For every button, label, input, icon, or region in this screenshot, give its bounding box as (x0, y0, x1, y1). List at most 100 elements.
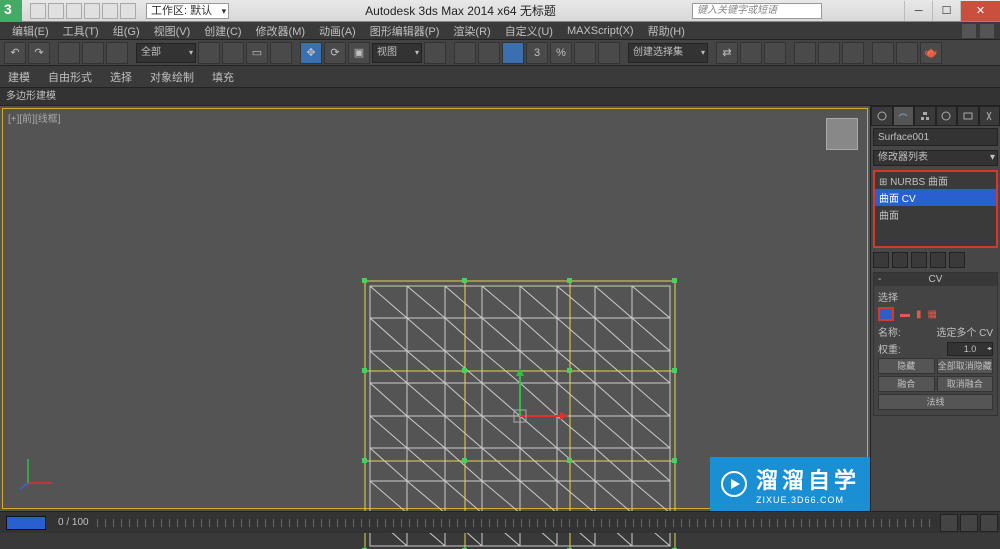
move-button[interactable]: ✥ (300, 42, 322, 64)
menu-view[interactable]: 视图(V) (148, 23, 197, 39)
manipulate-button[interactable] (454, 42, 476, 64)
qat-open-icon[interactable] (48, 3, 64, 19)
render-setup-button[interactable] (872, 42, 894, 64)
stack-configure-button[interactable] (949, 252, 965, 268)
ribbon-modeling[interactable]: 建模 (8, 69, 30, 85)
cv-single-select-button[interactable] (878, 307, 894, 321)
viewport-label[interactable]: [+][前][线框] (8, 110, 61, 125)
keyboard-shortcut-button[interactable] (478, 42, 500, 64)
menu-customize[interactable]: 自定义(U) (499, 23, 559, 39)
tab-motion-icon[interactable] (936, 106, 958, 126)
select-region-button[interactable]: ▭ (246, 42, 268, 64)
menu-help[interactable]: 帮助(H) (642, 23, 691, 39)
stack-show-button[interactable] (892, 252, 908, 268)
nav-1[interactable] (940, 514, 958, 532)
time-ruler[interactable] (97, 519, 932, 527)
bind-button[interactable] (106, 42, 128, 64)
snap-settings-button[interactable] (598, 42, 620, 64)
menu-create[interactable]: 创建(C) (198, 23, 247, 39)
spinner-snap-button[interactable] (574, 42, 596, 64)
nav-2[interactable] (960, 514, 978, 532)
menu-maxscript[interactable]: MAXScript(X) (561, 25, 640, 37)
time-slider[interactable] (6, 516, 46, 530)
snap-toggle-button[interactable] (502, 42, 524, 64)
cv-row-select-button[interactable]: ▬ (900, 309, 910, 320)
cv-fuse-button[interactable]: 融合 (878, 376, 935, 392)
ribbon-populate[interactable]: 填充 (212, 69, 234, 85)
tab-utilities-icon[interactable] (979, 106, 1000, 126)
minimize-button[interactable]: ─ (904, 1, 932, 21)
rollout-cv-header[interactable]: -CV (874, 273, 997, 286)
maximize-button[interactable]: ☐ (932, 1, 960, 21)
favorites-icon[interactable] (864, 3, 880, 19)
cv-weight-spinner[interactable]: 1.0 (947, 342, 993, 356)
window-crossing-button[interactable] (270, 42, 292, 64)
rotate-button[interactable]: ⟳ (324, 42, 346, 64)
stack-unique-button[interactable] (911, 252, 927, 268)
material-editor-button[interactable] (842, 42, 864, 64)
stack-item-nurbs[interactable]: ⊞ NURBS 曲面 (875, 172, 996, 189)
viewport[interactable]: [+][前][线框] (0, 106, 870, 511)
qat-more-icon[interactable] (120, 3, 136, 19)
unlink-button[interactable] (82, 42, 104, 64)
cv-col-select-button[interactable]: ▮ (916, 309, 922, 320)
menu-grapheditor[interactable]: 图形编辑器(P) (364, 23, 446, 39)
mirror-button[interactable]: ⇄ (716, 42, 738, 64)
cv-all-select-button[interactable]: ▦ (928, 309, 937, 320)
render-button[interactable]: 🫖 (920, 42, 942, 64)
tab-polymodel[interactable]: 多边形建模 (0, 88, 1000, 106)
menu-group[interactable]: 组(G) (107, 23, 146, 39)
tab-create-icon[interactable] (871, 106, 893, 126)
menu-tools[interactable]: 工具(T) (57, 23, 105, 39)
menu-animation[interactable]: 动画(A) (313, 23, 362, 39)
align-button[interactable] (740, 42, 762, 64)
ref-coord-dropdown[interactable]: 视图 (372, 43, 422, 63)
selection-filter-dropdown[interactable]: 全部 (136, 43, 196, 63)
ribbon-freeform[interactable]: 自由形式 (48, 69, 92, 85)
menu-render[interactable]: 渲染(R) (447, 23, 496, 39)
tab-hierarchy-icon[interactable] (914, 106, 936, 126)
stack-pin-button[interactable] (873, 252, 889, 268)
help-icon[interactable] (828, 3, 844, 19)
tab-modify-icon[interactable] (893, 106, 915, 126)
modifier-list-dropdown[interactable]: 修改器列表 (873, 150, 998, 166)
select-name-button[interactable] (222, 42, 244, 64)
cv-unfuse-button[interactable]: 取消融合 (937, 376, 994, 392)
ribbon-objectpaint[interactable]: 对象绘制 (150, 69, 194, 85)
stack-remove-button[interactable] (930, 252, 946, 268)
nurbs-surface-object[interactable] (370, 286, 670, 546)
help2-icon[interactable] (882, 3, 898, 19)
scale-button[interactable]: ▣ (348, 42, 370, 64)
timeline[interactable]: 0 / 100 (0, 511, 1000, 533)
undo-button[interactable]: ↶ (4, 42, 26, 64)
menubar-icon-1[interactable] (962, 24, 976, 38)
layers-button[interactable] (764, 42, 786, 64)
viewcube[interactable] (826, 118, 858, 150)
qat-redo-icon[interactable] (102, 3, 118, 19)
percent-snap-button[interactable]: % (550, 42, 572, 64)
nav-3[interactable] (980, 514, 998, 532)
redo-button[interactable]: ↷ (28, 42, 50, 64)
app-logo[interactable] (0, 0, 22, 22)
modifier-stack[interactable]: ⊞ NURBS 曲面 曲面 CV 曲面 (873, 170, 998, 248)
ribbon-select[interactable]: 选择 (110, 69, 132, 85)
close-button[interactable]: ✕ (960, 1, 1000, 21)
link-button[interactable] (58, 42, 80, 64)
workspace-dropdown[interactable]: 工作区: 默认 (146, 3, 229, 19)
selection-set-dropdown[interactable]: 创建选择集 (628, 43, 708, 63)
cv-unhideall-button[interactable]: 全部取消隐藏 (937, 358, 994, 374)
stack-item-surfacecv[interactable]: 曲面 CV (875, 189, 996, 206)
qat-undo-icon[interactable] (84, 3, 100, 19)
menu-edit[interactable]: 编辑(E) (6, 23, 55, 39)
render-frame-button[interactable] (896, 42, 918, 64)
tab-display-icon[interactable] (957, 106, 979, 126)
select-object-button[interactable] (198, 42, 220, 64)
cv-constrained-button[interactable]: 法线 (878, 394, 993, 410)
search-input[interactable]: 键入关键字或短语 (692, 3, 822, 19)
menubar-icon-2[interactable] (980, 24, 994, 38)
cv-hide-button[interactable]: 隐藏 (878, 358, 935, 374)
curve-editor-button[interactable] (794, 42, 816, 64)
schematic-view-button[interactable] (818, 42, 840, 64)
object-name-field[interactable]: Surface001 (873, 128, 998, 146)
angle-snap-button[interactable]: 3 (526, 42, 548, 64)
